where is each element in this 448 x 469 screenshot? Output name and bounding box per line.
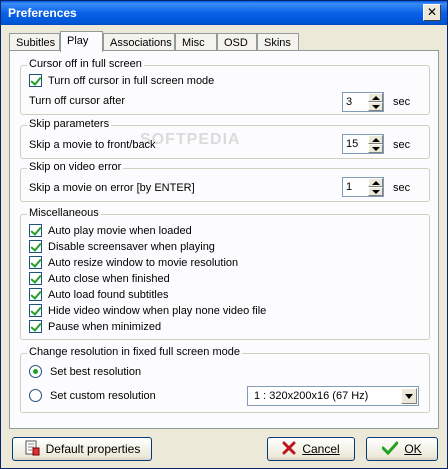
custom-resolution-value: 1 : 320x200x16 (67 Hz) (254, 390, 369, 402)
cancel-label: Cancel (302, 442, 340, 456)
custom-resolution-radio-row[interactable]: Set custom resolution (29, 389, 156, 402)
checkbox[interactable] (29, 320, 42, 333)
ok-button[interactable]: OK (366, 437, 438, 461)
cursor-group: Cursor off in full screen Turn off curso… (20, 58, 430, 115)
tab-misc[interactable]: Misc (175, 33, 217, 51)
misc-item-hide-video-window[interactable]: Hide video window when play none video f… (29, 304, 266, 317)
checkbox[interactable] (29, 240, 42, 253)
checkbox[interactable] (29, 304, 42, 317)
close-button[interactable]: ✕ (423, 4, 441, 21)
cursor-delay-label: Turn off cursor after (29, 95, 125, 107)
spin-down-icon[interactable] (368, 102, 383, 111)
error-value[interactable]: 1 (346, 181, 352, 193)
cancel-x-icon (282, 441, 296, 458)
checkbox[interactable] (29, 256, 42, 269)
title-bar[interactable]: Preferences ✕ (1, 1, 447, 25)
spin-up-icon[interactable] (368, 178, 383, 187)
skip-group: Skip parameters Skip a movie to front/ba… (20, 118, 430, 159)
custom-resolution-radio[interactable] (29, 389, 42, 402)
chevron-down-icon[interactable] (401, 388, 417, 404)
best-resolution-radio-row[interactable]: Set best resolution (29, 365, 141, 378)
cursor-off-checkbox-row[interactable]: Turn off cursor in full screen mode (29, 74, 214, 87)
misc-item-auto-load-subtitles[interactable]: Auto load found subtitles (29, 288, 168, 301)
cursor-off-checkbox[interactable] (29, 74, 42, 87)
skip-spinner[interactable]: 15 (342, 134, 384, 154)
spin-up-icon[interactable] (368, 135, 383, 144)
checkbox[interactable] (29, 288, 42, 301)
error-group-label: Skip on video error (27, 161, 124, 173)
best-resolution-label: Set best resolution (50, 365, 142, 378)
tab-play[interactable]: Play (60, 31, 103, 52)
window-title: Preferences (8, 6, 77, 20)
skip-value[interactable]: 15 (346, 138, 358, 150)
tab-osd[interactable]: OSD (217, 33, 257, 51)
tab-skins[interactable]: Skins (257, 33, 299, 51)
cancel-button[interactable]: Cancel (267, 437, 355, 461)
error-label: Skip a movie on error [by ENTER] (29, 182, 195, 194)
custom-resolution-label: Set custom resolution (50, 389, 156, 402)
ok-label: OK (404, 442, 422, 456)
resolution-group-label: Change resolution in fixed full screen m… (27, 346, 242, 358)
misc-group-label: Miscellaneous (27, 207, 101, 219)
error-unit: sec (393, 182, 411, 194)
error-group: Skip on video error Skip a movie on erro… (20, 161, 430, 202)
default-properties-label: Default properties (45, 442, 141, 456)
cursor-off-label: Turn off cursor in full screen mode (48, 74, 215, 87)
error-spinner[interactable]: 1 (342, 177, 384, 197)
error-row: Skip a movie on error [by ENTER] (29, 182, 195, 194)
checkbox[interactable] (29, 224, 42, 237)
tab-subtitles[interactable]: Subitles (9, 33, 60, 51)
cursor-delay-value[interactable]: 3 (346, 96, 352, 108)
skip-row: Skip a movie to front/back (29, 139, 156, 151)
misc-item-pause-minimized[interactable]: Pause when minimized (29, 320, 161, 333)
cursor-delay-row: Turn off cursor after (29, 95, 125, 107)
default-properties-button[interactable]: Default properties (12, 437, 152, 461)
play-tab-page: SOFTPEDIA Cursor off in full screen Turn… (9, 50, 439, 429)
preferences-window: Preferences ✕ Subitles Play Associations… (0, 0, 448, 469)
properties-icon (24, 440, 40, 459)
spin-down-icon[interactable] (368, 144, 383, 153)
check-icon (381, 441, 399, 458)
cursor-delay-unit: sec (393, 96, 411, 108)
close-icon: ✕ (426, 5, 438, 19)
skip-unit: sec (393, 139, 411, 151)
spin-up-icon[interactable] (368, 93, 383, 102)
best-resolution-radio[interactable] (29, 365, 42, 378)
misc-item-disable-screensaver[interactable]: Disable screensaver when playing (29, 240, 215, 253)
cursor-group-label: Cursor off in full screen (27, 58, 144, 70)
misc-item-auto-resize[interactable]: Auto resize window to movie resolution (29, 256, 238, 269)
misc-group: Miscellaneous Auto play movie when loade… (20, 207, 430, 340)
resolution-group: Change resolution in fixed full screen m… (20, 346, 430, 413)
skip-label: Skip a movie to front/back (29, 139, 156, 151)
custom-resolution-select[interactable]: 1 : 320x200x16 (67 Hz) (247, 386, 419, 406)
misc-item-auto-play[interactable]: Auto play movie when loaded (29, 224, 192, 237)
misc-item-auto-close[interactable]: Auto close when finished (29, 272, 170, 285)
checkbox[interactable] (29, 272, 42, 285)
tab-associations[interactable]: Associations (103, 33, 175, 51)
cursor-delay-spinner[interactable]: 3 (342, 92, 384, 112)
skip-group-label: Skip parameters (27, 118, 112, 130)
spin-down-icon[interactable] (368, 187, 383, 196)
